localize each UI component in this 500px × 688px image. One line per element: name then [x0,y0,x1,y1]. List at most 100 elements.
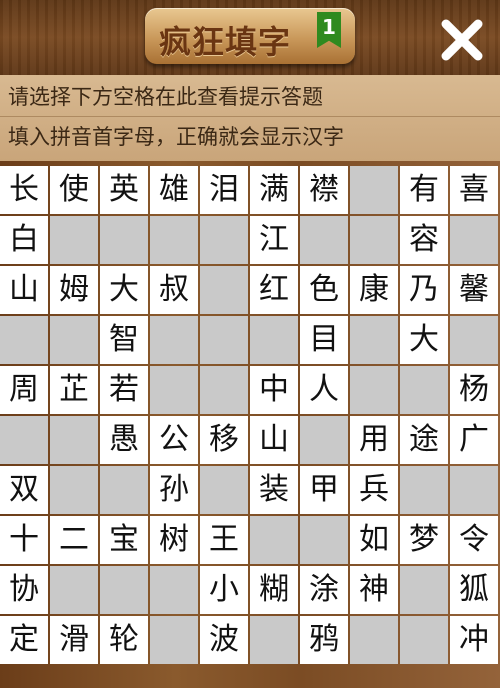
crossword-cell[interactable]: 英 [100,166,148,214]
crossword-cell[interactable]: 目 [300,316,348,364]
crossword-cell[interactable]: 芷 [50,366,98,414]
crossword-cell[interactable]: 二 [50,516,98,564]
crossword-cell[interactable]: 有 [400,166,448,214]
crossword-cell[interactable]: 大 [400,316,448,364]
crossword-cell[interactable]: 满 [250,166,298,214]
crossword-cell[interactable]: 泪 [200,166,248,214]
crossword-cell[interactable]: 王 [200,516,248,564]
crossword-cell[interactable]: 白 [0,216,48,264]
crossword-cell[interactable]: 姆 [50,266,98,314]
blocked-cell [350,316,398,364]
crossword-cell[interactable]: 山 [0,266,48,314]
blocked-cell [200,366,248,414]
blocked-cell [0,416,48,464]
blocked-cell [200,466,248,514]
crossword-cell[interactable]: 色 [300,266,348,314]
blocked-cell [200,316,248,364]
crossword-cell[interactable]: 轮 [100,616,148,664]
crossword-cell[interactable]: 兵 [350,466,398,514]
crossword-cell[interactable]: 使 [50,166,98,214]
crossword-cell[interactable]: 雄 [150,166,198,214]
crossword-cell[interactable]: 甲 [300,466,348,514]
blocked-cell [250,516,298,564]
blocked-cell [400,616,448,664]
crossword-cell[interactable]: 孙 [150,466,198,514]
hint-text-line-2: 填入拼音首字母，正确就会显示汉字 [8,125,344,149]
crossword-cell[interactable]: 令 [450,516,498,564]
hint-panel: 请选择下方空格在此查看提示答题 填入拼音首字母，正确就会显示汉字 [0,75,500,161]
crossword-cell[interactable]: 双 [0,466,48,514]
blocked-cell [300,516,348,564]
crossword-cell[interactable]: 襟 [300,166,348,214]
crossword-cell[interactable]: 冲 [450,616,498,664]
blocked-cell [450,316,498,364]
blocked-cell [150,316,198,364]
blocked-cell [400,566,448,614]
blocked-cell [350,366,398,414]
crossword-cell[interactable]: 容 [400,216,448,264]
crossword-cell[interactable]: 如 [350,516,398,564]
blocked-cell [300,216,348,264]
blocked-cell [400,366,448,414]
crossword-cell[interactable]: 梦 [400,516,448,564]
blocked-cell [50,216,98,264]
blocked-cell [450,216,498,264]
crossword-cell[interactable]: 人 [300,366,348,414]
crossword-grid: 长使英雄泪满襟有喜白江容山姆大叔红色康乃馨智目大周芷若中人杨愚公移山用途广双孙装… [0,166,500,686]
blocked-cell [200,266,248,314]
crossword-cell[interactable]: 叔 [150,266,198,314]
blocked-cell [100,566,148,614]
crossword-cell[interactable]: 红 [250,266,298,314]
crossword-cell[interactable]: 康 [350,266,398,314]
game-title: 疯狂填字 [159,23,292,61]
blocked-cell [350,166,398,214]
crossword-cell[interactable]: 广 [450,416,498,464]
crossword-cell[interactable]: 宝 [100,516,148,564]
crossword-cell[interactable]: 波 [200,616,248,664]
crossword-cell[interactable]: 糊 [250,566,298,614]
blocked-cell [50,466,98,514]
crossword-cell[interactable]: 用 [350,416,398,464]
crossword-cell[interactable]: 树 [150,516,198,564]
crossword-cell[interactable]: 公 [150,416,198,464]
crossword-cell[interactable]: 小 [200,566,248,614]
blocked-cell [100,466,148,514]
crossword-cell[interactable]: 协 [0,566,48,614]
crossword-cell[interactable]: 中 [250,366,298,414]
blocked-cell [150,216,198,264]
blocked-cell [250,316,298,364]
crossword-cell[interactable]: 馨 [450,266,498,314]
crossword-cell[interactable]: 十 [0,516,48,564]
blocked-cell [0,316,48,364]
crossword-cell[interactable]: 江 [250,216,298,264]
crossword-cell[interactable]: 山 [250,416,298,464]
blocked-cell [150,616,198,664]
crossword-cell[interactable]: 装 [250,466,298,514]
level-badge: 1 [317,12,341,48]
blocked-cell [200,216,248,264]
crossword-cell[interactable]: 滑 [50,616,98,664]
crossword-cell[interactable]: 狐 [450,566,498,614]
close-icon [441,19,483,61]
crossword-cell[interactable]: 大 [100,266,148,314]
crossword-cell[interactable]: 途 [400,416,448,464]
crossword-cell[interactable]: 周 [0,366,48,414]
blocked-cell [250,616,298,664]
crossword-cell[interactable]: 涂 [300,566,348,614]
blocked-cell [350,616,398,664]
blocked-cell [50,566,98,614]
crossword-cell[interactable]: 智 [100,316,148,364]
crossword-cell[interactable]: 移 [200,416,248,464]
crossword-cell[interactable]: 鸦 [300,616,348,664]
crossword-cell[interactable]: 定 [0,616,48,664]
crossword-cell[interactable]: 若 [100,366,148,414]
crossword-cell[interactable]: 愚 [100,416,148,464]
crossword-cell[interactable]: 杨 [450,366,498,414]
crossword-cell[interactable]: 喜 [450,166,498,214]
crossword-cell[interactable]: 乃 [400,266,448,314]
crossword-cell[interactable]: 长 [0,166,48,214]
crossword-cell[interactable]: 神 [350,566,398,614]
blocked-cell [300,416,348,464]
blocked-cell [400,466,448,514]
close-button[interactable] [436,14,488,66]
